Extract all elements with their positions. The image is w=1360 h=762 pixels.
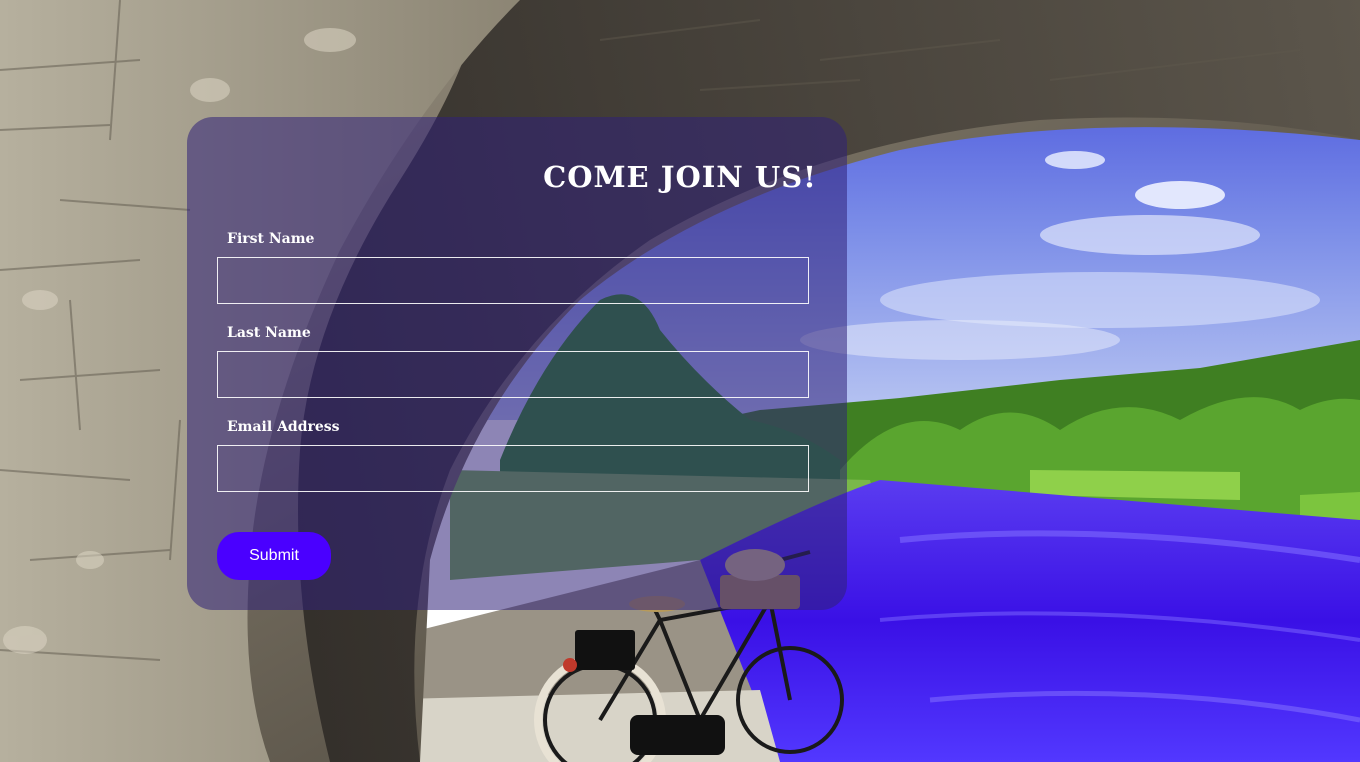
first-name-label: First Name <box>227 231 315 247</box>
last-name-label: Last Name <box>227 325 311 341</box>
last-name-input[interactable] <box>217 351 809 398</box>
signup-form: First Name Last Name Email Address Submi… <box>187 117 847 610</box>
submit-button[interactable]: Submit <box>217 532 331 580</box>
first-name-input[interactable] <box>217 257 809 304</box>
email-address-label: Email Address <box>227 419 340 435</box>
email-address-input[interactable] <box>217 445 809 492</box>
